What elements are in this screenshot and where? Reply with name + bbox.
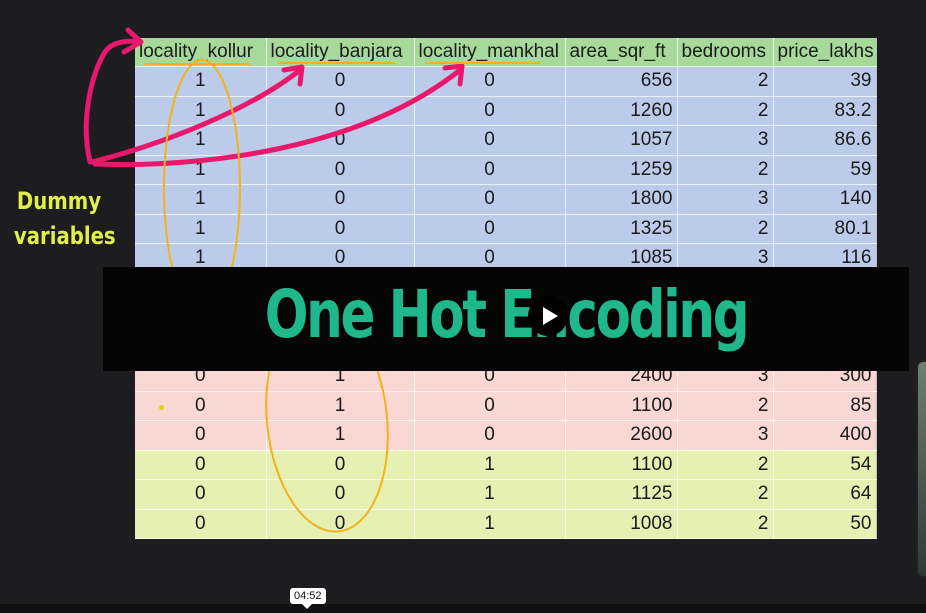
table-row: 1 0 0 1259 2 59 <box>135 155 877 185</box>
arrow-to-kollur <box>83 38 143 165</box>
cell-price-lakhs[interactable]: 64 <box>773 479 877 510</box>
cell-locality-kollur[interactable]: 1 <box>135 96 267 126</box>
progress-bar[interactable] <box>0 604 926 613</box>
table-row: 0 1 0 1100 2 85 <box>135 391 877 421</box>
cell-locality-banjara[interactable]: 0 <box>266 96 415 126</box>
cell-price-lakhs[interactable]: 85 <box>773 391 877 421</box>
header-row: locality_kollur locality_banjara locality_… <box>135 38 877 67</box>
cell-price-lakhs[interactable]: 400 <box>773 420 877 451</box>
column-header-locality-kollur[interactable]: locality_kollur <box>135 38 267 67</box>
cell-locality-banjara[interactable]: 0 <box>266 66 415 97</box>
play-icon <box>542 307 558 325</box>
cell-locality-kollur[interactable]: 1 <box>135 66 267 97</box>
cell-locality-mankhal[interactable]: 0 <box>414 66 566 97</box>
cell-area-sqr-ft[interactable]: 1008 <box>565 509 678 539</box>
cell-locality-banjara[interactable]: 0 <box>266 479 415 510</box>
cell-area-sqr-ft[interactable]: 1125 <box>565 479 678 510</box>
table-row: 1 0 0 1800 3 140 <box>135 184 877 215</box>
table-row: 1 0 0 1057 3 86.6 <box>135 125 877 156</box>
cell-price-lakhs[interactable]: 39 <box>773 66 877 97</box>
cell-locality-banjara[interactable]: 0 <box>266 125 415 156</box>
column-header-area-sqr-ft[interactable]: area_sqr_ft <box>565 38 678 67</box>
cell-bedrooms[interactable]: 3 <box>677 184 774 215</box>
cell-locality-mankhal[interactable]: 1 <box>414 479 566 510</box>
cell-locality-mankhal[interactable]: 0 <box>414 420 566 451</box>
cell-area-sqr-ft[interactable]: 656 <box>565 66 678 97</box>
cell-area-sqr-ft[interactable]: 1325 <box>565 214 678 244</box>
table-row: 0 0 1 1125 2 64 <box>135 479 877 510</box>
table-row: 0 0 1 1008 2 50 <box>135 509 877 539</box>
cell-locality-kollur[interactable]: 0 <box>135 391 267 421</box>
cell-locality-banjara[interactable]: 0 <box>266 184 415 215</box>
side-thumbnail[interactable] <box>916 360 926 578</box>
column-header-price-lakhs[interactable]: price_lakhs <box>773 38 877 67</box>
cell-area-sqr-ft[interactable]: 1100 <box>565 391 678 421</box>
cell-price-lakhs[interactable]: 86.6 <box>773 125 877 156</box>
cell-locality-kollur[interactable]: 1 <box>135 214 267 244</box>
table-row: 1 0 0 1325 2 80.1 <box>135 214 877 244</box>
cell-area-sqr-ft[interactable]: 2600 <box>565 420 678 451</box>
cell-locality-mankhal[interactable]: 1 <box>414 450 566 480</box>
dummy-label-line1: Dummy <box>16 187 102 215</box>
video-frame[interactable]: locality_kollur locality_banjara locality_… <box>0 0 926 613</box>
column-header-locality-banjara[interactable]: locality_banjara <box>266 38 415 67</box>
cell-bedrooms[interactable]: 2 <box>677 96 774 126</box>
dummy-label-line2: variables <box>13 222 116 250</box>
cell-bedrooms[interactable]: 2 <box>677 450 774 480</box>
cell-locality-banjara[interactable]: 0 <box>266 214 415 244</box>
cell-locality-banjara[interactable]: 0 <box>266 155 415 185</box>
cell-bedrooms[interactable]: 2 <box>677 214 774 244</box>
cell-area-sqr-ft[interactable]: 1100 <box>565 450 678 480</box>
table-row: 1 0 0 1260 2 83.2 <box>135 96 877 126</box>
cell-locality-mankhal[interactable]: 0 <box>414 184 566 215</box>
cell-price-lakhs[interactable]: 50 <box>773 509 877 539</box>
table-row: 1 0 0 656 2 39 <box>135 66 877 97</box>
cell-locality-mankhal[interactable]: 1 <box>414 509 566 539</box>
play-button[interactable] <box>528 296 568 336</box>
cell-locality-kollur[interactable]: 0 <box>135 479 267 510</box>
timestamp-tooltip: 04:52 <box>290 588 326 609</box>
video-title: One Hot Encoding <box>264 276 750 353</box>
cell-locality-mankhal[interactable]: 0 <box>414 391 566 421</box>
cell-price-lakhs[interactable]: 59 <box>773 155 877 185</box>
cell-bedrooms[interactable]: 2 <box>677 391 774 421</box>
cell-locality-mankhal[interactable]: 0 <box>414 214 566 244</box>
cell-bedrooms[interactable]: 3 <box>677 125 774 156</box>
cell-area-sqr-ft[interactable]: 1057 <box>565 125 678 156</box>
cell-area-sqr-ft[interactable]: 1259 <box>565 155 678 185</box>
cell-locality-kollur[interactable]: 1 <box>135 125 267 156</box>
cell-locality-mankhal[interactable]: 0 <box>414 155 566 185</box>
cell-locality-kollur[interactable]: 0 <box>135 450 267 480</box>
cell-price-lakhs[interactable]: 80.1 <box>773 214 877 244</box>
cell-price-lakhs[interactable]: 54 <box>773 450 877 480</box>
cell-area-sqr-ft[interactable]: 1260 <box>565 96 678 126</box>
cell-bedrooms[interactable]: 2 <box>677 155 774 185</box>
cell-price-lakhs[interactable]: 83.2 <box>773 96 877 126</box>
cell-locality-banjara[interactable]: 1 <box>266 420 415 451</box>
dummy-variables-label: Dummy variables <box>13 184 116 254</box>
column-header-bedrooms[interactable]: bedrooms <box>677 38 774 67</box>
cell-locality-mankhal[interactable]: 0 <box>414 96 566 126</box>
cell-locality-kollur[interactable]: 1 <box>135 155 267 185</box>
cell-bedrooms[interactable]: 2 <box>677 509 774 539</box>
cell-bedrooms[interactable]: 3 <box>677 420 774 451</box>
cell-locality-kollur[interactable]: 1 <box>135 184 267 215</box>
cell-locality-banjara[interactable]: 0 <box>266 509 415 539</box>
table-row: 0 0 1 1100 2 54 <box>135 450 877 480</box>
cursor-dot <box>159 405 164 410</box>
table-row: 0 1 0 2600 3 400 <box>135 420 877 451</box>
cell-locality-kollur[interactable]: 0 <box>135 509 267 539</box>
cell-bedrooms[interactable]: 2 <box>677 66 774 97</box>
cell-price-lakhs[interactable]: 140 <box>773 184 877 215</box>
cell-locality-kollur[interactable]: 0 <box>135 420 267 451</box>
cell-locality-mankhal[interactable]: 0 <box>414 125 566 156</box>
cell-area-sqr-ft[interactable]: 1800 <box>565 184 678 215</box>
column-header-locality-mankhal[interactable]: locality_mankhal <box>414 38 566 67</box>
cell-locality-banjara[interactable]: 1 <box>266 391 415 421</box>
cell-bedrooms[interactable]: 2 <box>677 479 774 510</box>
cell-locality-banjara[interactable]: 0 <box>266 450 415 480</box>
